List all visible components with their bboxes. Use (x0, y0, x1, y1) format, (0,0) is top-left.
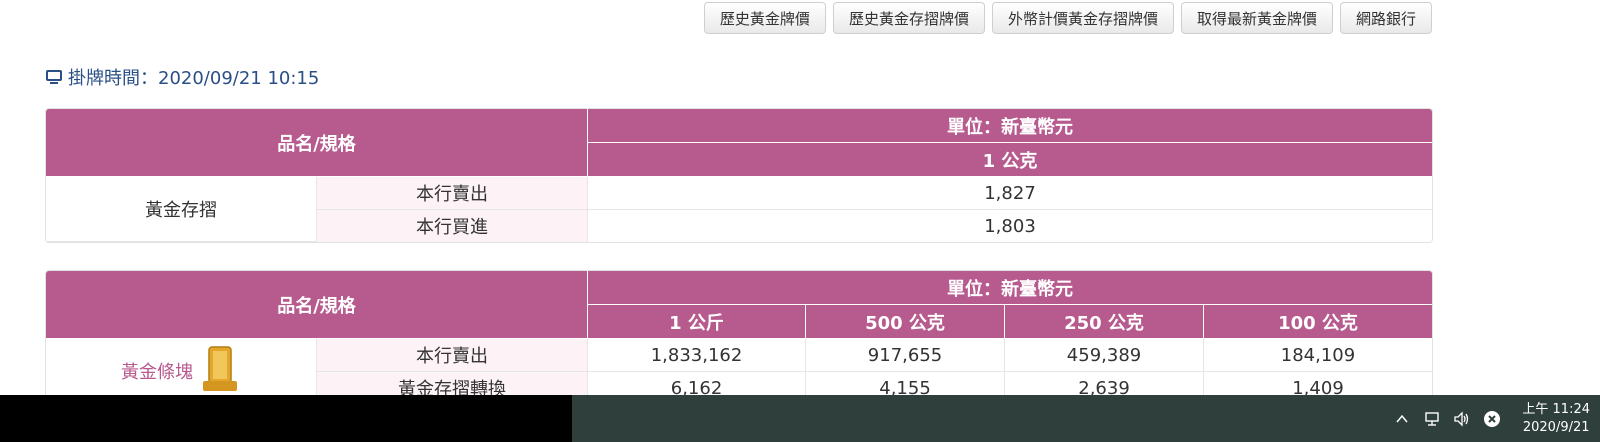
posting-time: 掛牌時間：2020/09/21 10:15 (46, 64, 319, 90)
header-product-spec: 品名/規格 (46, 109, 589, 177)
table-row: 黃金條塊 本行賣出 1,833,162 917,655 459,389 184,… (46, 339, 1432, 404)
header-weight: 1 公斤 (588, 305, 807, 339)
gold-bar-icon (201, 345, 241, 398)
price-value: 459,389 (1005, 339, 1205, 372)
latest-gold-price-button[interactable]: 取得最新黃金牌價 (1180, 2, 1333, 34)
online-banking-button[interactable]: 網路銀行 (1339, 2, 1432, 34)
price-value: 1,827 (588, 177, 1432, 210)
price-value: 184,109 (1204, 339, 1432, 372)
clock-time: 上午 11:24 (1522, 401, 1590, 417)
taskbar-redacted-area (0, 395, 572, 442)
price-value: 917,655 (806, 339, 1006, 372)
toolbar: 歷史黃金牌價 歷史黃金存摺牌價 外幣計價黃金存摺牌價 取得最新黃金牌價 網路銀行 (703, 2, 1432, 34)
product-name: 黃金存摺 (46, 177, 317, 242)
table-row: 黃金存摺 本行賣出 1,827 (46, 177, 1432, 242)
product-name[interactable]: 黃金條塊 (121, 358, 193, 384)
system-tray: 上午 11:24 2020/9/21 (1392, 395, 1590, 442)
taskbar-clock[interactable]: 上午 11:24 2020/9/21 (1522, 401, 1590, 437)
price-value: 1,833,162 (588, 339, 807, 372)
header-weight: 100 公克 (1204, 305, 1432, 339)
header-weight: 1 公克 (588, 143, 1432, 177)
header-unit: 單位：新臺幣元 (588, 109, 1432, 143)
history-gold-passbook-price-button[interactable]: 歷史黃金存摺牌價 (832, 2, 985, 34)
row-label: 本行賣出 (317, 177, 589, 210)
header-weight: 250 公克 (1005, 305, 1205, 339)
chevron-up-icon[interactable] (1392, 409, 1412, 429)
network-icon[interactable] (1422, 409, 1442, 429)
price-value: 1,803 (588, 210, 1432, 242)
history-gold-price-button[interactable]: 歷史黃金牌價 (703, 2, 826, 34)
posting-time-text: 掛牌時間：2020/09/21 10:15 (68, 68, 320, 89)
foreign-currency-gold-passbook-button[interactable]: 外幣計價黃金存摺牌價 (991, 2, 1174, 34)
gold-bar-table: 品名/規格 單位：新臺幣元 1 公斤 500 公克 250 公克 100 公克 … (45, 270, 1433, 405)
row-label: 本行買進 (317, 210, 589, 242)
taskbar: 上午 11:24 2020/9/21 (0, 395, 1600, 442)
gold-passbook-table: 品名/規格 單位：新臺幣元 1 公克 黃金存摺 本行賣出 1,827 本行買進 … (45, 108, 1433, 243)
header-weight: 500 公克 (806, 305, 1006, 339)
clock-date: 2020/9/21 (1522, 419, 1590, 435)
row-label: 本行賣出 (317, 339, 589, 372)
close-circle-icon[interactable] (1482, 409, 1502, 429)
header-product-spec: 品名/規格 (46, 271, 589, 339)
monitor-icon (46, 69, 62, 85)
header-unit: 單位：新臺幣元 (588, 271, 1432, 305)
volume-icon[interactable] (1452, 409, 1472, 429)
